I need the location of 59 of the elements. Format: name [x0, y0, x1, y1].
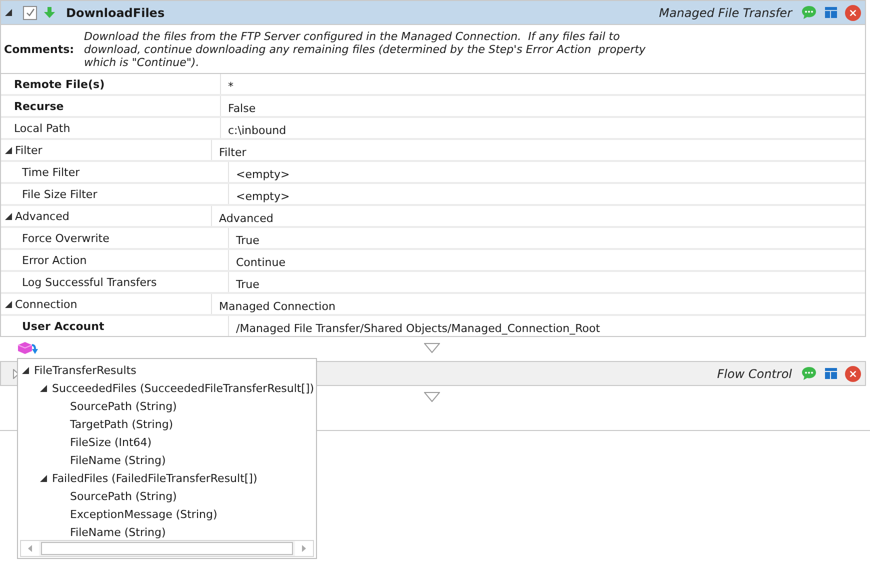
property-value[interactable]: c:\inbound — [228, 124, 286, 137]
property-name: File Size Filter — [22, 188, 98, 200]
property-value[interactable]: False — [228, 102, 256, 115]
property-name: Connection — [15, 298, 78, 310]
scroll-left-icon[interactable] — [28, 545, 32, 552]
tree-item[interactable]: FileName (String) — [70, 526, 166, 538]
property-value[interactable]: True — [236, 234, 260, 247]
collapse-icon[interactable] — [22, 366, 29, 374]
property-value[interactable]: <empty> — [236, 190, 290, 203]
tree-item[interactable]: FileName (String) — [70, 454, 166, 466]
layout-icon[interactable] — [825, 7, 837, 18]
collapse-icon[interactable] — [5, 9, 12, 16]
horizontal-scrollbar[interactable] — [20, 540, 314, 557]
property-name: Time Filter — [22, 166, 80, 178]
comments-label: Comments: — [3, 42, 76, 56]
enabled-checkbox[interactable] — [23, 6, 37, 20]
property-name: Recurse — [14, 100, 64, 112]
scroll-right-icon[interactable] — [302, 545, 306, 552]
chevron-down-icon[interactable] — [424, 392, 440, 402]
tree-item[interactable]: FailedFiles (FailedFileTransferResult[]) — [52, 472, 258, 484]
tree-item[interactable]: ExceptionMessage (String) — [70, 508, 218, 520]
close-icon[interactable] — [845, 366, 861, 382]
property-name: Advanced — [15, 210, 70, 222]
property-value[interactable]: Advanced — [219, 212, 274, 225]
property-value[interactable]: Managed Connection — [219, 300, 336, 313]
tree-item[interactable]: SourcePath (String) — [70, 400, 177, 412]
tree-item[interactable]: SucceededFiles (SucceededFileTransferResult[]) — [52, 382, 314, 394]
property-value[interactable]: <empty> — [236, 168, 290, 181]
property-name: Local Path — [14, 122, 70, 134]
tree-item[interactable]: TargetPath (String) — [70, 418, 174, 430]
collapse-icon[interactable] — [5, 146, 12, 154]
collapse-icon[interactable] — [40, 474, 47, 482]
download-arrow-icon — [44, 7, 55, 18]
comment-icon[interactable] — [801, 366, 817, 381]
property-value[interactable]: Filter — [219, 146, 246, 159]
property-name: Remote File(s) — [14, 78, 105, 90]
property-value[interactable]: Continue — [236, 256, 286, 269]
layout-icon[interactable] — [825, 368, 837, 379]
step-name: DownloadFiles — [66, 6, 165, 20]
tree-item[interactable]: SourcePath (String) — [70, 490, 177, 502]
property-name: Force Overwrite — [22, 232, 110, 244]
property-value[interactable]: /Managed File Transfer/Shared Objects/Managed_Connection_Root — [236, 322, 600, 335]
step-category: Flow Control — [717, 366, 792, 380]
collapse-icon[interactable] — [5, 300, 12, 308]
property-name: Filter — [15, 144, 42, 156]
tree-item[interactable]: FileSize (Int64) — [70, 436, 152, 448]
property-name: Error Action — [22, 254, 87, 266]
output-variables-icon[interactable] — [17, 341, 39, 355]
chevron-down-icon[interactable] — [424, 343, 440, 353]
comment-icon[interactable] — [801, 5, 817, 20]
collapse-icon[interactable] — [5, 212, 12, 220]
step-category: Managed File Transfer — [659, 6, 792, 20]
property-value[interactable]: * — [228, 80, 234, 93]
close-icon[interactable] — [845, 4, 861, 20]
tree-item[interactable]: FileTransferResults — [34, 364, 136, 376]
comments-text: Download the files from the FTP Server configured in the Managed Connection. If any files fail to download, continue downloading any remaining files (determined by the Step's Error Action property which is "Continue"). — [84, 30, 647, 68]
property-value[interactable]: True — [236, 278, 260, 291]
property-name: User Account — [22, 320, 104, 332]
property-name: Log Successful Transfers — [22, 276, 157, 288]
